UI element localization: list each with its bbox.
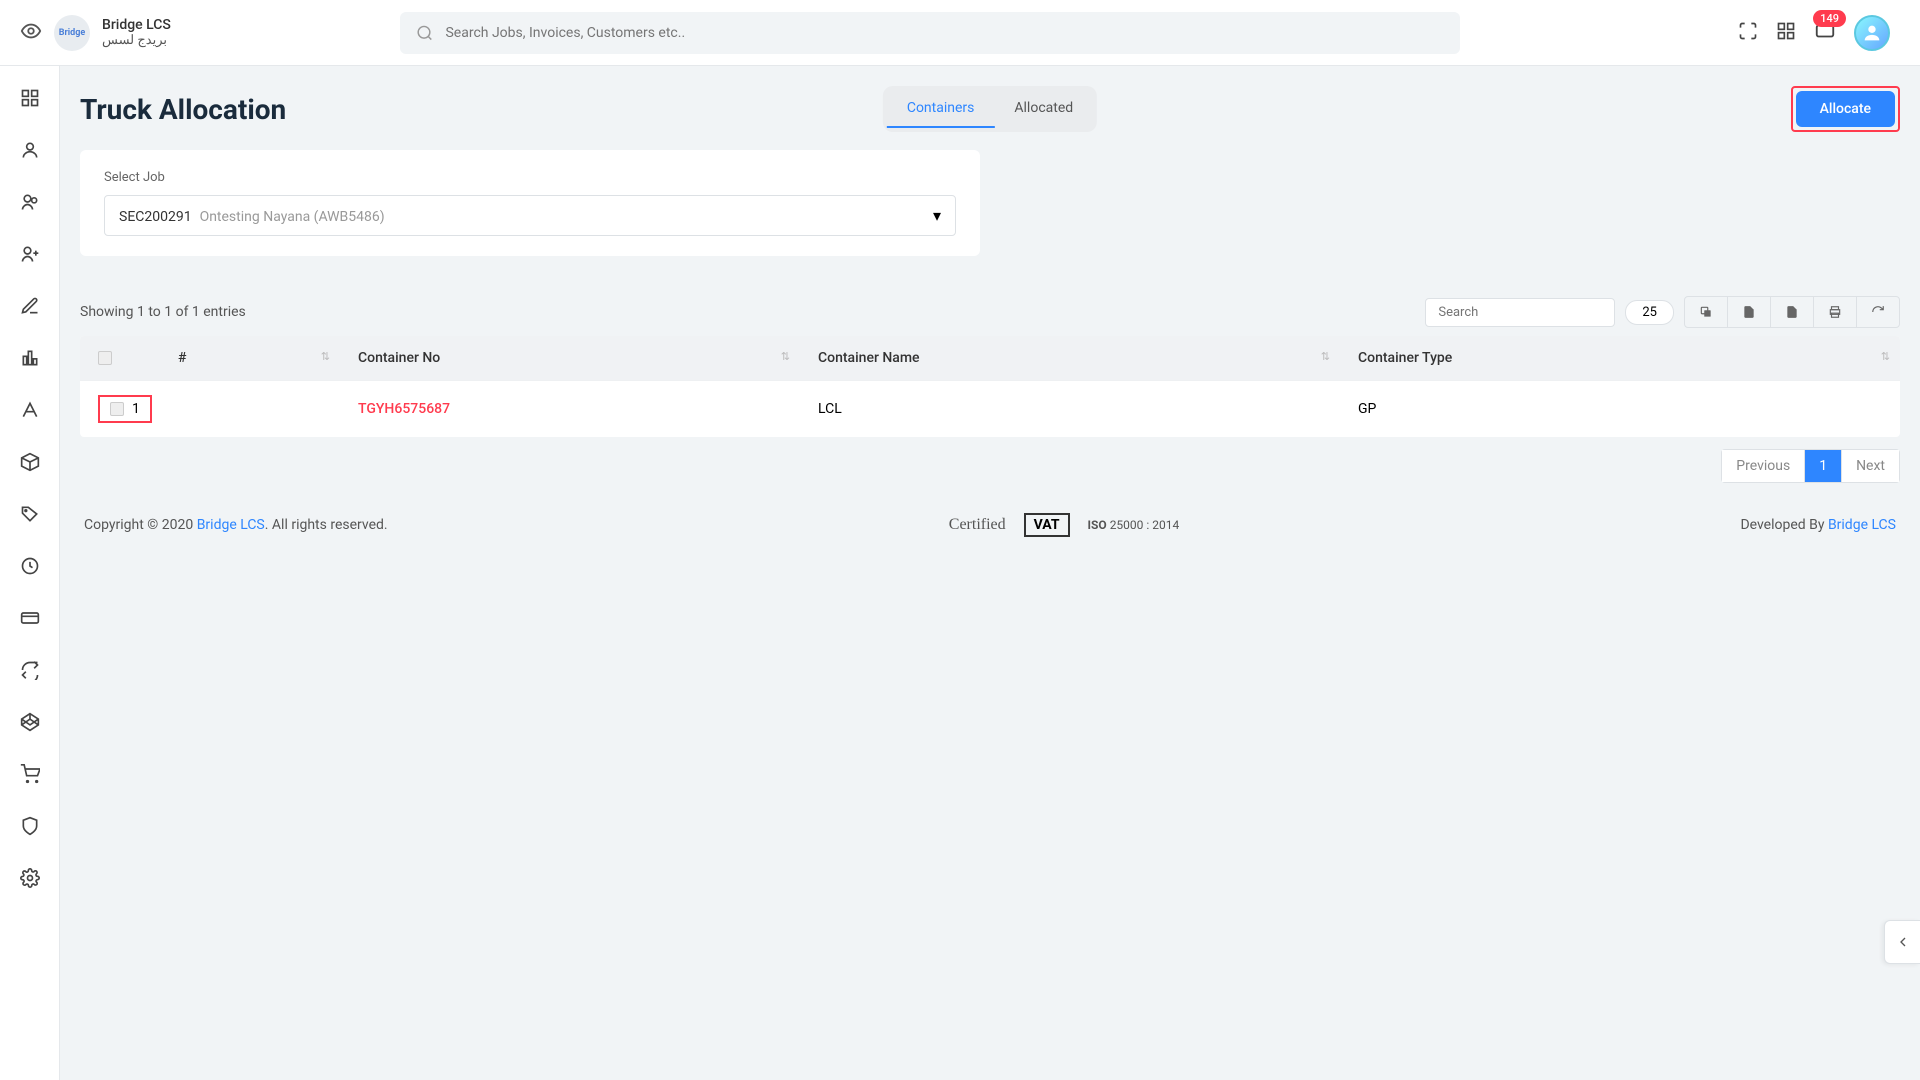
reload-icon[interactable] [1857, 297, 1899, 327]
allocate-highlight: Allocate [1791, 86, 1900, 132]
table-controls: 25 [1425, 296, 1900, 328]
sidebar-codepen-icon[interactable] [18, 710, 42, 734]
job-select-card: Select Job SEC200291 Ontesting Nayana (A… [80, 150, 980, 256]
job-select-dropdown[interactable]: SEC200291 Ontesting Nayana (AWB5486) ▾ [104, 195, 956, 236]
main-content: Truck Allocation Containers Allocated Al… [60, 66, 1920, 557]
certified-badge: Certified [949, 516, 1006, 534]
pagination: Previous 1 Next [1721, 449, 1900, 483]
col-hash[interactable]: # [178, 350, 186, 366]
col-container-no[interactable]: Container No [358, 350, 440, 366]
chevron-down-icon: ▾ [933, 206, 941, 225]
col-container-name[interactable]: Container Name [818, 350, 920, 366]
sidebar-add-user-icon[interactable] [18, 242, 42, 266]
global-search-input[interactable] [445, 25, 1444, 41]
table-search-input[interactable] [1425, 298, 1615, 327]
job-code: SEC200291 [119, 209, 192, 225]
sort-icon: ⇅ [1881, 350, 1890, 363]
job-desc: Ontesting Nayana (AWB5486) [200, 209, 385, 225]
page-size-select[interactable]: 25 [1625, 300, 1674, 325]
logo-section: Bridge Bridge LCS بريدج لسس [20, 15, 300, 51]
visibility-icon[interactable] [20, 20, 42, 46]
notifications-icon[interactable]: 149 [1814, 20, 1836, 46]
sidebar-settings-icon[interactable] [18, 866, 42, 890]
row-number: 1 [132, 401, 140, 417]
tab-containers[interactable]: Containers [887, 90, 995, 128]
row-highlight: 1 [98, 395, 152, 423]
logo-image: Bridge [54, 15, 90, 51]
previous-button[interactable]: Previous [1722, 450, 1805, 482]
sidebar-cart-icon[interactable] [18, 762, 42, 786]
next-button[interactable]: Next [1842, 450, 1899, 482]
app-name: Bridge LCS [102, 17, 171, 33]
print-icon[interactable] [1814, 297, 1857, 327]
page-1-button[interactable]: 1 [1805, 450, 1842, 482]
header: Bridge Bridge LCS بريدج لسس 149 [0, 0, 1920, 66]
chevron-left-icon [1895, 934, 1911, 950]
excel-icon[interactable] [1771, 297, 1814, 327]
app-name-arabic: بريدج لسس [102, 33, 171, 48]
page-header: Truck Allocation Containers Allocated Al… [80, 86, 1900, 132]
logo-text: Bridge LCS بريدج لسس [102, 17, 171, 48]
page-title: Truck Allocation [80, 93, 286, 126]
sidebar-user-icon[interactable] [18, 138, 42, 162]
sidebar-package-icon[interactable] [18, 450, 42, 474]
table-toolbar: Showing 1 to 1 of 1 entries 25 [80, 296, 1900, 328]
footer-developed: Developed By Bridge LCS [1740, 517, 1896, 533]
entries-summary: Showing 1 to 1 of 1 entries [80, 304, 246, 320]
sidebar-users-icon[interactable] [18, 190, 42, 214]
select-job-label: Select Job [104, 170, 956, 185]
search-icon [416, 24, 433, 42]
sidebar-edit-icon[interactable] [18, 294, 42, 318]
fullscreen-icon[interactable] [1738, 21, 1758, 45]
sidebar-font-icon[interactable] [18, 398, 42, 422]
sidebar-tag-icon[interactable] [18, 502, 42, 526]
sidebar-clock-icon[interactable] [18, 554, 42, 578]
sort-icon: ⇅ [1321, 350, 1330, 363]
csv-icon[interactable] [1728, 297, 1771, 327]
col-container-type[interactable]: Container Type [1358, 350, 1452, 366]
row-checkbox[interactable] [110, 402, 124, 416]
apps-grid-icon[interactable] [1776, 21, 1796, 45]
tab-allocated[interactable]: Allocated [994, 90, 1093, 128]
cell-container-name: LCL [800, 381, 1340, 438]
sidebar-dashboard-icon[interactable] [18, 86, 42, 110]
allocate-button[interactable]: Allocate [1796, 91, 1895, 127]
global-search[interactable] [400, 12, 1460, 54]
sidebar [0, 66, 60, 1080]
iso-badge: ISO 25000 : 2014 [1088, 518, 1180, 532]
select-all-checkbox[interactable] [98, 351, 112, 365]
vat-badge: VAT [1024, 513, 1070, 537]
header-right: 149 [1738, 15, 1900, 51]
cell-container-type: GP [1340, 381, 1900, 438]
containers-table: # ⇅ Container No ⇅ Container Name ⇅ Contain… [80, 336, 1900, 437]
sidebar-card-icon[interactable] [18, 606, 42, 630]
sidebar-shield-icon[interactable] [18, 814, 42, 838]
side-panel-toggle[interactable] [1884, 920, 1920, 964]
footer-copyright: Copyright © 2020 Bridge LCS. All rights … [84, 517, 388, 533]
copy-icon[interactable] [1685, 297, 1728, 327]
footer-dev-link[interactable]: Bridge LCS [1828, 517, 1896, 533]
table-row[interactable]: 1 TGYH6575687 LCL GP [80, 381, 1900, 438]
notification-badge: 149 [1813, 10, 1846, 27]
sort-icon: ⇅ [321, 350, 330, 363]
cell-container-no: TGYH6575687 [340, 381, 800, 438]
footer-badges: Certified VAT ISO 25000 : 2014 [949, 513, 1179, 537]
footer: Copyright © 2020 Bridge LCS. All rights … [80, 513, 1900, 537]
tab-group: Containers Allocated [883, 86, 1097, 132]
user-avatar[interactable] [1854, 15, 1890, 51]
footer-link[interactable]: Bridge LCS [197, 517, 265, 533]
sort-icon: ⇅ [781, 350, 790, 363]
export-buttons [1684, 296, 1900, 328]
sidebar-chart-icon[interactable] [18, 346, 42, 370]
sidebar-refresh-icon[interactable] [18, 658, 42, 682]
table-section: Showing 1 to 1 of 1 entries 25 #⇅ Cont [80, 296, 1900, 483]
